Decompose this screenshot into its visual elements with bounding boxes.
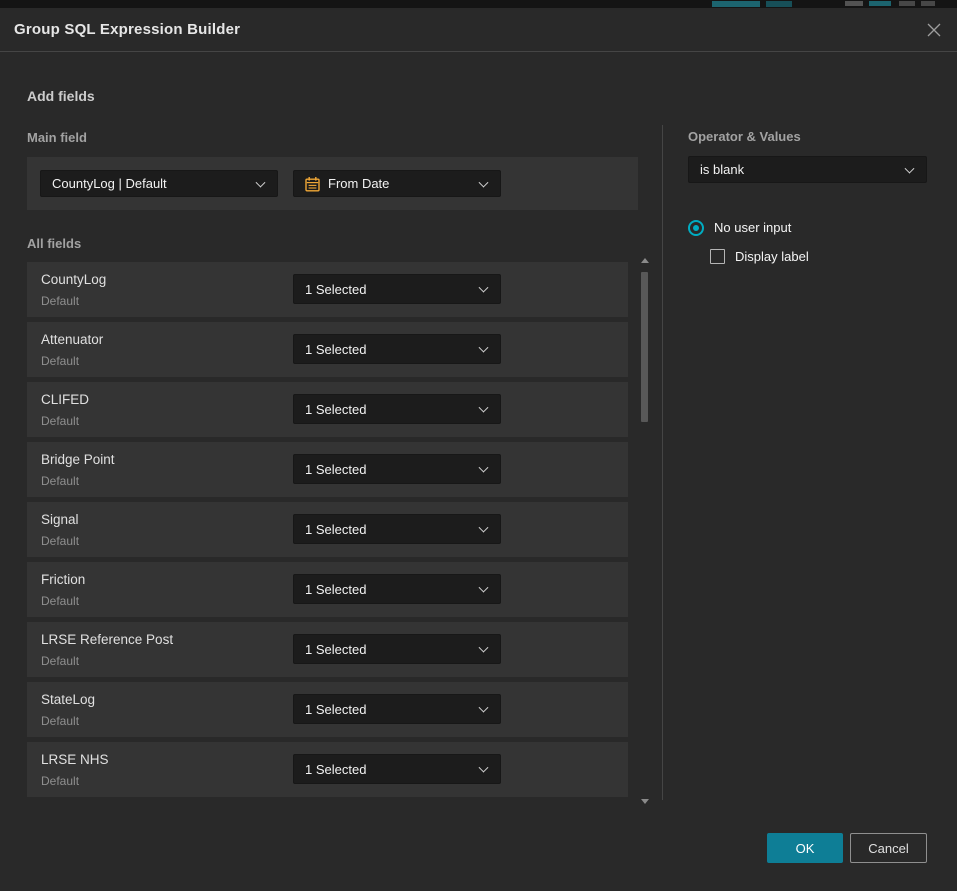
dialog-header: Group SQL Expression Builder [0,8,957,52]
checkbox-unchecked-icon[interactable] [710,249,725,264]
ok-button[interactable]: OK [767,833,843,863]
field-row: Attenuator Default 1 Selected [27,322,628,377]
radio-selected-icon[interactable] [688,220,704,236]
calendar-icon [304,176,321,193]
chevron-down-icon [256,177,266,187]
background-app-strip [0,0,957,8]
background-fragment [845,1,863,6]
chevron-down-icon [479,523,489,533]
field-selected-dropdown[interactable]: 1 Selected [293,574,501,604]
field-name: Bridge Point [41,452,115,467]
dialog-title: Group SQL Expression Builder [14,8,240,52]
field-name: Attenuator [41,332,103,347]
field-name: StateLog [41,692,95,707]
field-subtype: Default [41,474,79,488]
field-subtype: Default [41,714,79,728]
field-subtype: Default [41,294,79,308]
group-sql-expression-builder-dialog: Group SQL Expression Builder Add fields … [0,8,957,891]
chevron-down-icon [479,283,489,293]
display-label-checkbox-row[interactable]: Display label [710,248,809,264]
background-fragment [766,1,792,7]
selected-count-value: 1 Selected [305,282,366,297]
all-fields-label: All fields [27,236,81,251]
scrollbar-thumb[interactable] [641,272,648,422]
operator-select-value: is blank [700,162,744,177]
selected-count-value: 1 Selected [305,342,366,357]
chevron-down-icon [905,163,915,173]
field-subtype: Default [41,534,79,548]
cancel-button[interactable]: Cancel [850,833,927,863]
chevron-down-icon [479,643,489,653]
field-selected-dropdown[interactable]: 1 Selected [293,334,501,364]
background-fragment [869,1,891,6]
chevron-down-icon [479,343,489,353]
field-select-value: From Date [328,176,389,191]
all-fields-list: CountyLog Default 1 Selected Attenuator … [27,262,628,802]
chevron-down-icon [479,463,489,473]
field-subtype: Default [41,654,79,668]
main-field-panel: CountyLog | Default From Date [27,157,638,210]
close-icon [926,22,942,38]
main-field-field-select[interactable]: From Date [293,170,501,197]
field-row: CLIFED Default 1 Selected [27,382,628,437]
field-selected-dropdown[interactable]: 1 Selected [293,694,501,724]
field-name: LRSE NHS [41,752,109,767]
list-scrollbar[interactable] [640,258,649,804]
field-row: Friction Default 1 Selected [27,562,628,617]
selected-count-value: 1 Selected [305,462,366,477]
panel-divider [662,125,663,800]
radio-dot [693,225,699,231]
selected-count-value: 1 Selected [305,582,366,597]
selected-count-value: 1 Selected [305,762,366,777]
chevron-down-icon [479,583,489,593]
chevron-down-icon [479,177,489,187]
field-selected-dropdown[interactable]: 1 Selected [293,454,501,484]
close-button[interactable] [924,21,944,41]
field-name: CLIFED [41,392,89,407]
field-name: LRSE Reference Post [41,632,173,647]
display-label-label: Display label [735,249,809,264]
field-row: LRSE NHS Default 1 Selected [27,742,628,797]
scrollbar-up-arrow[interactable] [641,258,649,263]
field-subtype: Default [41,414,79,428]
background-fragment [921,1,935,6]
background-fragment [899,1,915,6]
field-selected-dropdown[interactable]: 1 Selected [293,394,501,424]
field-subtype: Default [41,774,79,788]
field-selected-dropdown[interactable]: 1 Selected [293,754,501,784]
chevron-down-icon [479,763,489,773]
field-row: Signal Default 1 Selected [27,502,628,557]
main-field-label: Main field [27,130,87,145]
screen: Group SQL Expression Builder Add fields … [0,0,957,891]
field-subtype: Default [41,354,79,368]
field-name: Signal [41,512,79,527]
no-user-input-radio-row[interactable]: No user input [688,219,791,236]
selected-count-value: 1 Selected [305,522,366,537]
add-fields-heading: Add fields [27,88,95,104]
chevron-down-icon [479,403,489,413]
field-subtype: Default [41,594,79,608]
field-name: CountyLog [41,272,106,287]
operator-select[interactable]: is blank [688,156,927,183]
field-selected-dropdown[interactable]: 1 Selected [293,514,501,544]
field-selected-dropdown[interactable]: 1 Selected [293,274,501,304]
field-row: LRSE Reference Post Default 1 Selected [27,622,628,677]
no-user-input-label: No user input [714,220,791,235]
selected-count-value: 1 Selected [305,402,366,417]
field-name: Friction [41,572,85,587]
chevron-down-icon [479,703,489,713]
main-field-layer-select[interactable]: CountyLog | Default [40,170,278,197]
field-row: Bridge Point Default 1 Selected [27,442,628,497]
field-selected-dropdown[interactable]: 1 Selected [293,634,501,664]
field-row: CountyLog Default 1 Selected [27,262,628,317]
scrollbar-down-arrow[interactable] [641,799,649,804]
layer-select-value: CountyLog | Default [52,176,167,191]
background-fragment [712,1,760,7]
field-row: StateLog Default 1 Selected [27,682,628,737]
selected-count-value: 1 Selected [305,702,366,717]
operator-values-label: Operator & Values [688,129,801,144]
selected-count-value: 1 Selected [305,642,366,657]
